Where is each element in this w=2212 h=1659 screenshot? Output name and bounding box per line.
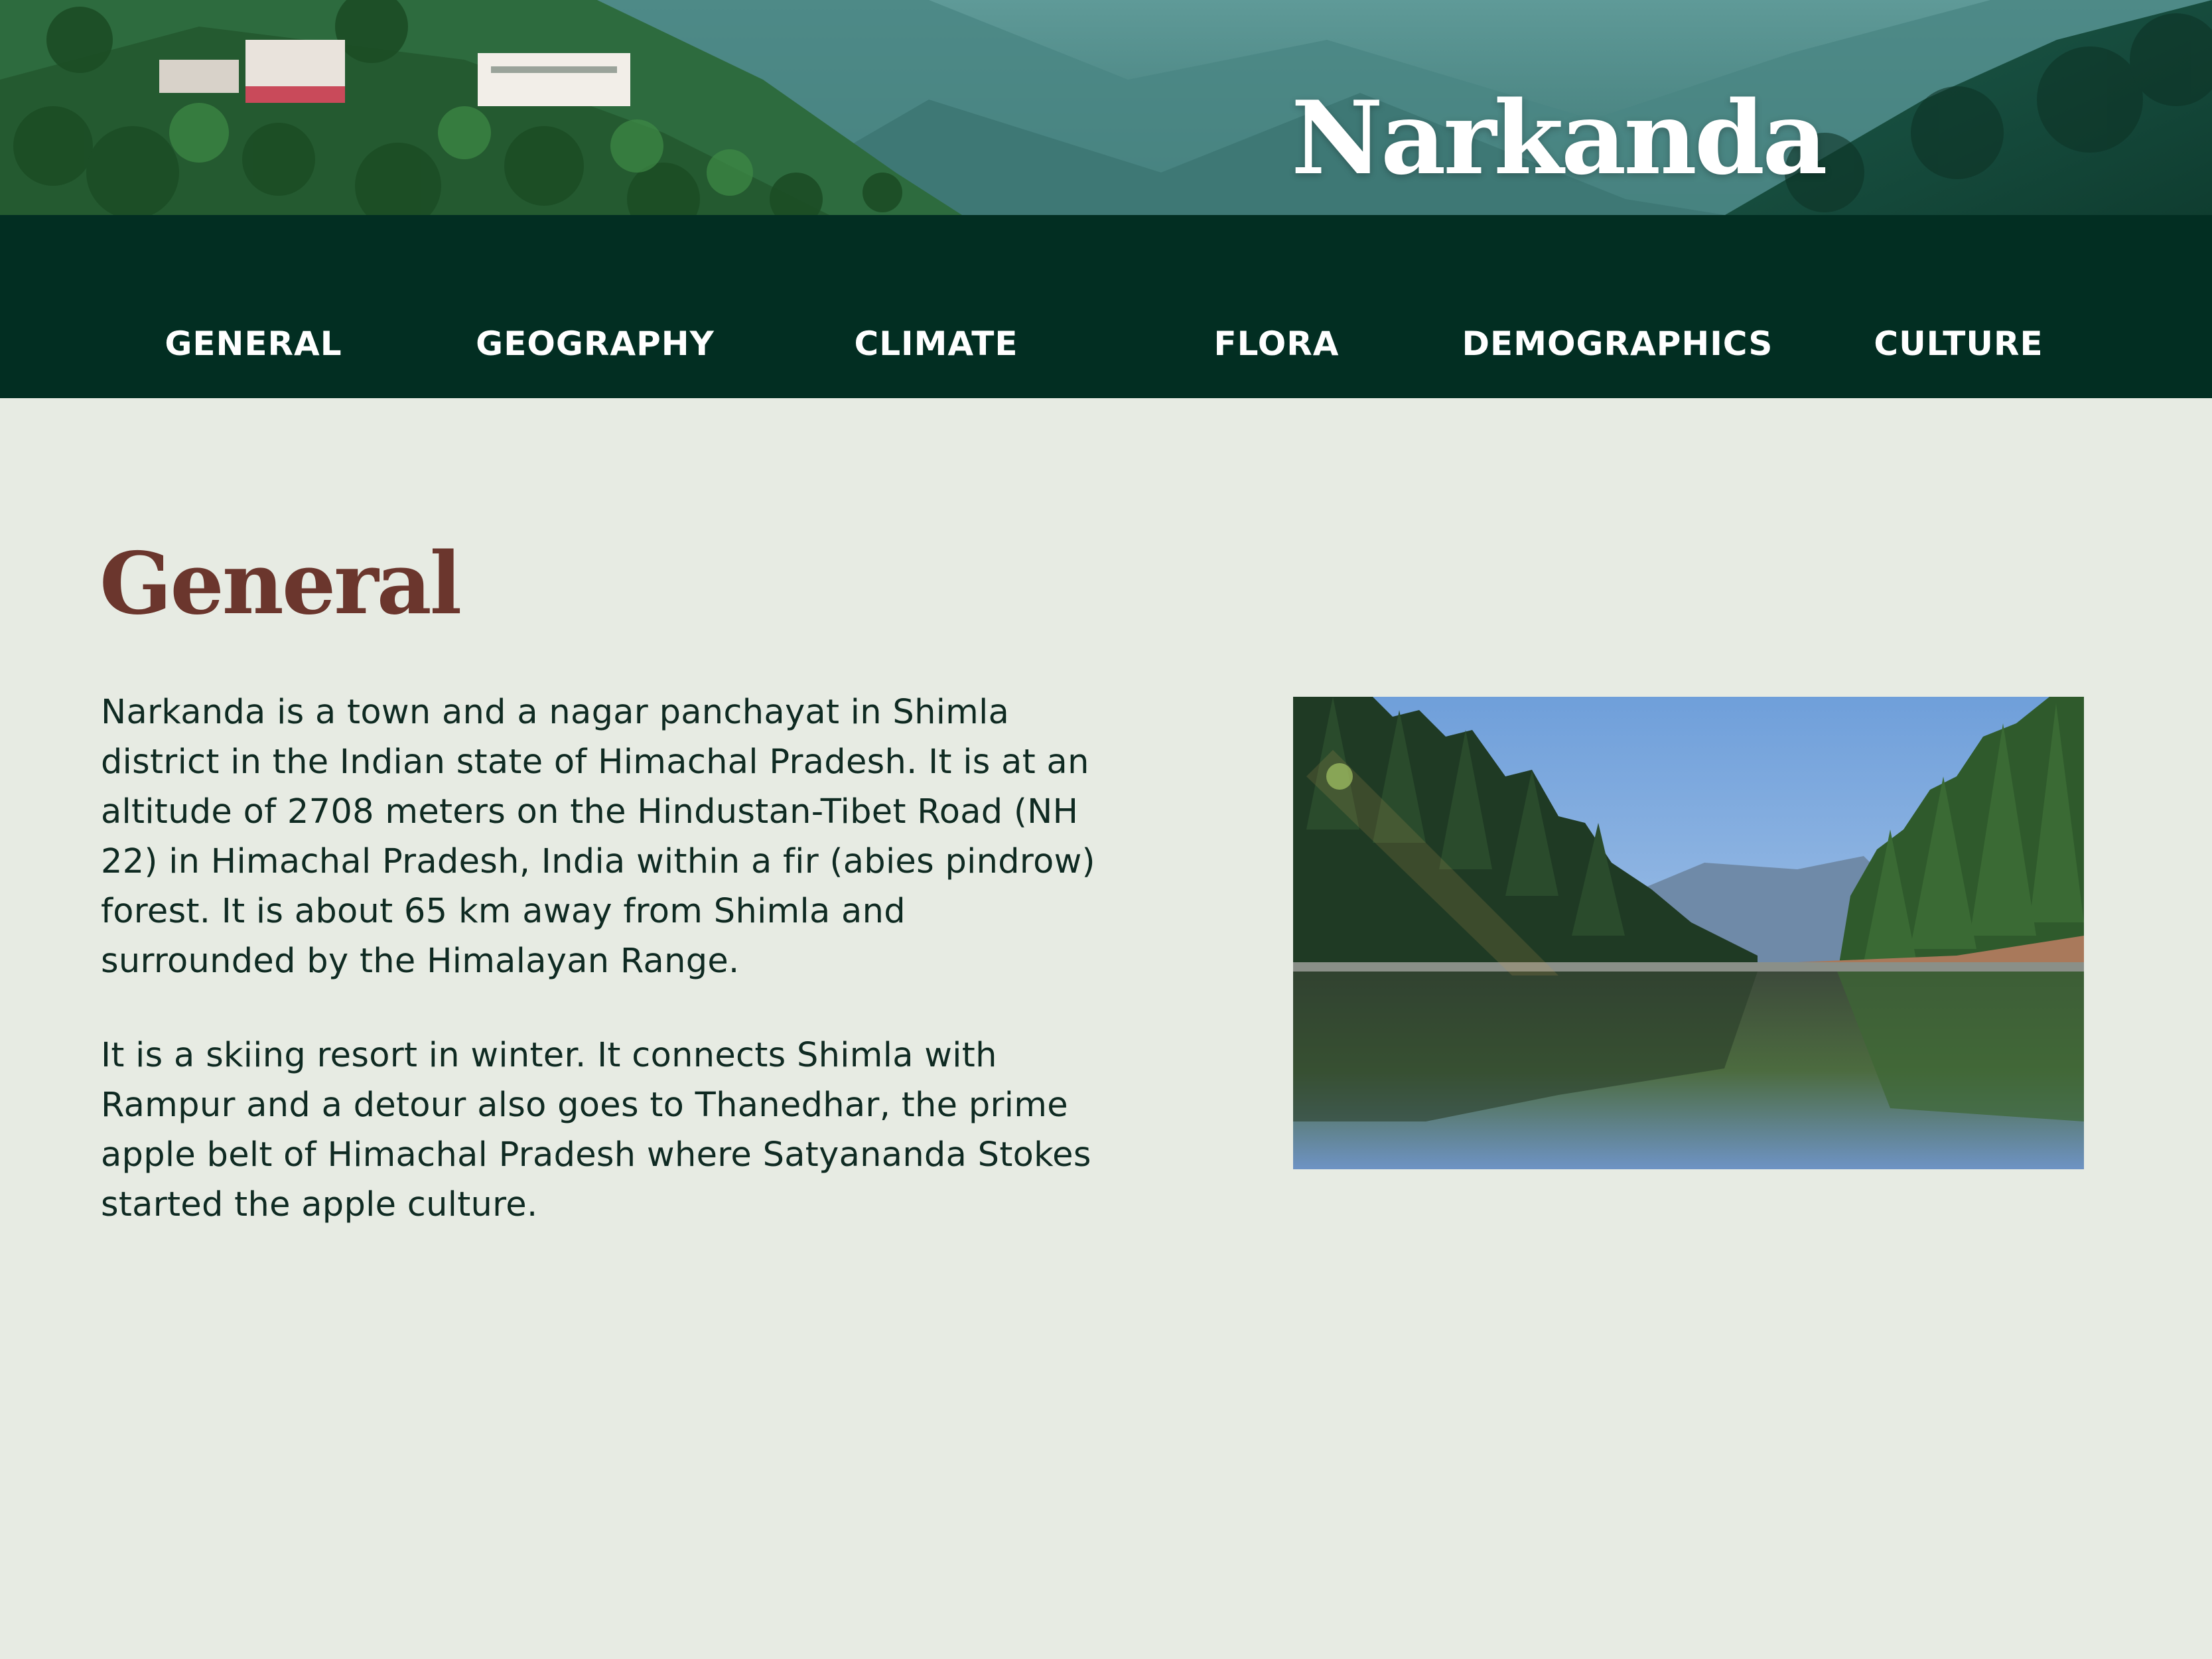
nav-item-flora[interactable]: FLORA xyxy=(1106,320,1447,368)
hero-banner: Narkanda xyxy=(0,0,2212,215)
hero-mountain-image xyxy=(0,0,2212,215)
lake-forest-illustration xyxy=(1293,697,2084,1169)
nav-item-demographics[interactable]: DEMOGRAPHICS xyxy=(1447,320,1788,368)
nav-item-climate[interactable]: CLIMATE xyxy=(766,320,1107,368)
page-title: Narkanda xyxy=(1291,78,1828,197)
nav-item-geography[interactable]: GEOGRAPHY xyxy=(425,320,766,368)
nav-item-culture[interactable]: CULTURE xyxy=(1788,320,2129,368)
nav-item-general[interactable]: GENERAL xyxy=(83,320,424,368)
lake-forest-image xyxy=(1293,697,2084,1169)
section-heading: General xyxy=(100,534,462,634)
body-paragraph: Narkanda is a town and a nagar panchayat… xyxy=(101,693,1095,981)
body-paragraph: It is a skiing resort in winter. It conn… xyxy=(101,1036,1091,1224)
main-nav: GENERAL GEOGRAPHY CLIMATE FLORA DEMOGRAP… xyxy=(0,215,2212,398)
